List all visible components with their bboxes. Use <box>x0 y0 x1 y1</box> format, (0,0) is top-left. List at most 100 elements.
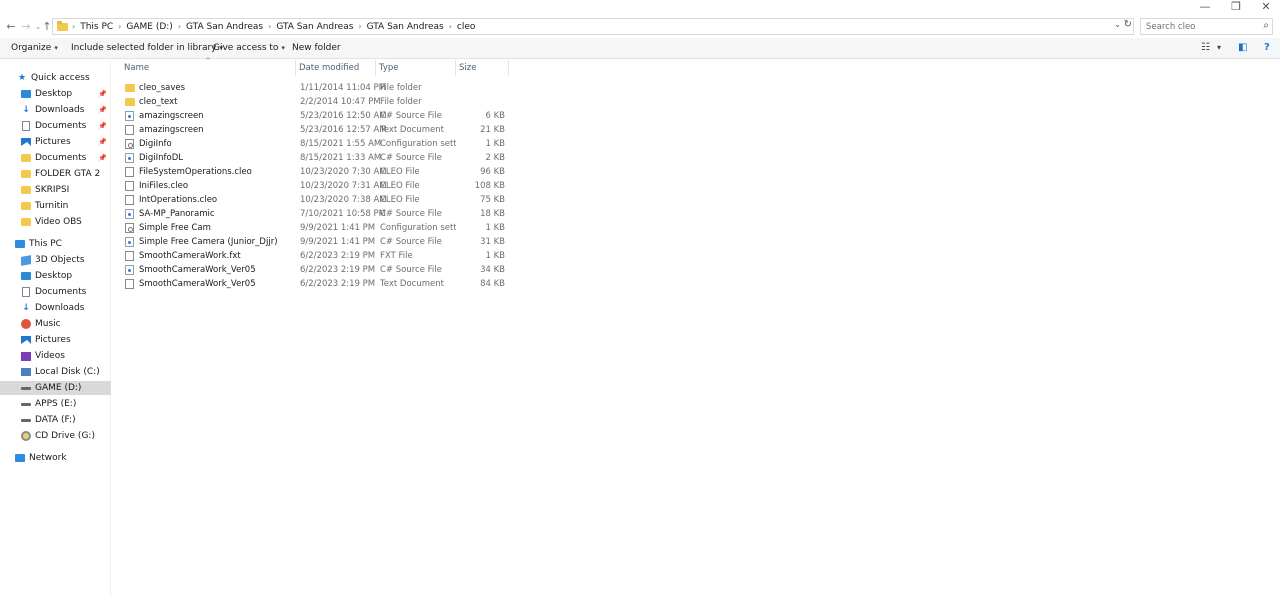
pin-icon[interactable]: 📌 <box>98 122 107 130</box>
sidebar-item-skripsi[interactable]: SKRIPSI <box>0 183 111 197</box>
sidebar-item-local-disk-c[interactable]: Local Disk (C:) <box>0 365 111 379</box>
preview-pane-icon[interactable]: ◧ <box>1238 42 1247 53</box>
pin-icon[interactable]: 📌 <box>98 138 107 146</box>
organize-button[interactable]: Organize ▾ <box>11 43 58 53</box>
breadcrumb-separator[interactable]: › <box>358 22 361 31</box>
column-header-size[interactable]: Size <box>459 63 476 73</box>
file-name: amazingscreen <box>139 125 204 135</box>
breadcrumb-gta-1[interactable]: GTA San Andreas <box>186 22 263 32</box>
file-size: 2 KB <box>485 153 505 163</box>
sidebar-item-pc-desktop[interactable]: Desktop <box>0 269 111 283</box>
column-divider[interactable] <box>455 60 456 76</box>
pin-icon[interactable]: 📌 <box>98 90 107 98</box>
file-row[interactable]: cleo_text 2/2/2014 10:47 PM File folder <box>123 95 513 109</box>
file-row[interactable]: cleo_saves 1/11/2014 11:04 PM File folde… <box>123 81 513 95</box>
address-dropdown-icon[interactable]: ⌄ <box>1114 20 1121 29</box>
breadcrumb-game-drive[interactable]: GAME (D:) <box>126 22 172 32</box>
file-row[interactable]: DigiInfo 8/15/2021 1:55 AM Configuration… <box>123 137 513 151</box>
drive-icon <box>21 386 31 390</box>
sidebar-item-label: 3D Objects <box>35 255 85 265</box>
file-row[interactable]: Simple Free Cam 9/9/2021 1:41 PM Configu… <box>123 221 513 235</box>
help-icon[interactable]: ? <box>1264 42 1270 53</box>
breadcrumb-separator[interactable]: › <box>268 22 271 31</box>
sidebar-item-apps-e[interactable]: APPS (E:) <box>0 397 111 411</box>
change-view-icon[interactable]: ☷ <box>1201 42 1210 53</box>
file-row[interactable]: amazingscreen 5/23/2016 12:57 AM Text Do… <box>123 123 513 137</box>
column-divider[interactable] <box>295 60 296 76</box>
file-date: 7/10/2021 10:58 PM <box>300 209 386 219</box>
file-row[interactable]: DigiInfoDL 8/15/2021 1:33 AM C# Source F… <box>123 151 513 165</box>
file-row[interactable]: SA-MP_Panoramic 7/10/2021 10:58 PM C# So… <box>123 207 513 221</box>
breadcrumb-gta-3[interactable]: GTA San Andreas <box>367 22 444 32</box>
view-options-dropdown-icon[interactable]: ▾ <box>1217 43 1221 52</box>
breadcrumb-separator[interactable]: › <box>178 22 181 31</box>
sidebar-item-desktop[interactable]: Desktop 📌 <box>0 87 111 101</box>
sidebar-item-music[interactable]: Music <box>0 317 111 331</box>
sidebar-item-folder-gta-2[interactable]: FOLDER GTA 2 <box>0 167 111 181</box>
back-button[interactable]: ← <box>4 20 18 34</box>
sidebar-item-this-pc[interactable]: This PC <box>0 237 111 251</box>
file-row[interactable]: FileSystemOperations.cleo 10/23/2020 7:3… <box>123 165 513 179</box>
column-divider[interactable] <box>375 60 376 76</box>
pin-icon[interactable]: 📌 <box>98 154 107 162</box>
file-size: 6 KB <box>485 111 505 121</box>
address-bar[interactable]: › This PC › GAME (D:) › GTA San Andreas … <box>52 18 1134 35</box>
config-file-icon <box>125 223 134 233</box>
sidebar-item-game-d[interactable]: GAME (D:) <box>0 381 111 395</box>
sidebar-item-pictures[interactable]: Pictures 📌 <box>0 135 111 149</box>
breadcrumb-this-pc[interactable]: This PC <box>80 22 113 32</box>
sidebar-item-documents-folder[interactable]: Documents 📌 <box>0 151 111 165</box>
minimize-button[interactable]: — <box>1190 0 1220 14</box>
sidebar-item-video-obs[interactable]: Video OBS <box>0 215 111 229</box>
sidebar-item-3d-objects[interactable]: 3D Objects <box>0 253 111 267</box>
csharp-file-icon <box>125 209 134 219</box>
breadcrumb-cleo[interactable]: cleo <box>457 22 476 32</box>
file-row[interactable]: SmoothCameraWork.fxt 6/2/2023 2:19 PM FX… <box>123 249 513 263</box>
sidebar-item-label: Downloads <box>35 303 85 313</box>
command-bar: Organize ▾ Include selected folder in lib… <box>0 38 1280 59</box>
sidebar-item-pc-downloads[interactable]: ↓ Downloads <box>0 301 111 315</box>
sidebar-item-network[interactable]: Network <box>0 451 111 465</box>
column-divider[interactable] <box>508 60 509 76</box>
sidebar-item-cd-drive-g[interactable]: CD Drive (G:) <box>0 429 111 443</box>
desktop-icon <box>21 90 31 98</box>
file-type: C# Source File <box>380 153 442 163</box>
sidebar-item-pc-pictures[interactable]: Pictures <box>0 333 111 347</box>
column-header-name[interactable]: Name <box>124 63 149 73</box>
file-row[interactable]: IntOperations.cleo 10/23/2020 7:38 AM CL… <box>123 193 513 207</box>
sidebar-item-quick-access[interactable]: ★ Quick access <box>0 71 111 85</box>
sidebar-item-label: CD Drive (G:) <box>35 431 95 441</box>
give-access-button[interactable]: Give access to ▾ <box>213 43 285 53</box>
breadcrumb-separator[interactable]: › <box>118 22 121 31</box>
file-row[interactable]: amazingscreen 5/23/2016 12:50 AM C# Sour… <box>123 109 513 123</box>
search-input[interactable] <box>1141 19 1253 34</box>
sidebar-item-documents[interactable]: Documents 📌 <box>0 119 111 133</box>
file-size: 75 KB <box>480 195 505 205</box>
column-header-type[interactable]: Type <box>379 63 399 73</box>
file-size: 1 KB <box>485 223 505 233</box>
breadcrumb-gta-2[interactable]: GTA San Andreas <box>276 22 353 32</box>
sidebar-item-videos[interactable]: Videos <box>0 349 111 363</box>
restore-button[interactable]: ❐ <box>1221 0 1251 14</box>
sidebar-item-turnitin[interactable]: Turnitin <box>0 199 111 213</box>
sidebar-item-data-f[interactable]: DATA (F:) <box>0 413 111 427</box>
breadcrumb-separator[interactable]: › <box>449 22 452 31</box>
folder-icon <box>57 20 68 31</box>
column-header-date[interactable]: Date modified <box>299 63 359 73</box>
file-row[interactable]: IniFiles.cleo 10/23/2020 7:31 AM CLEO Fi… <box>123 179 513 193</box>
refresh-icon[interactable]: ↻ <box>1124 19 1132 30</box>
pin-icon[interactable]: 📌 <box>98 106 107 114</box>
include-in-library-button[interactable]: Include selected folder in library ▾ <box>71 43 223 53</box>
search-box[interactable]: ⌕ <box>1140 18 1273 35</box>
file-name: SmoothCameraWork.fxt <box>139 251 241 261</box>
new-folder-button[interactable]: New folder <box>292 43 341 53</box>
file-row[interactable]: SmoothCameraWork_Ver05 6/2/2023 2:19 PM … <box>123 277 513 291</box>
sidebar-item-pc-documents[interactable]: Documents <box>0 285 111 299</box>
file-type: Text Document <box>380 279 444 289</box>
sidebar-item-label: Desktop <box>35 89 73 99</box>
close-button[interactable]: ✕ <box>1251 0 1280 14</box>
file-row[interactable]: SmoothCameraWork_Ver05 6/2/2023 2:19 PM … <box>123 263 513 277</box>
file-row[interactable]: Simple Free Camera (Junior_Djjr) 9/9/202… <box>123 235 513 249</box>
sidebar-item-downloads[interactable]: ↓ Downloads 📌 <box>0 103 111 117</box>
pictures-icon <box>21 336 31 344</box>
